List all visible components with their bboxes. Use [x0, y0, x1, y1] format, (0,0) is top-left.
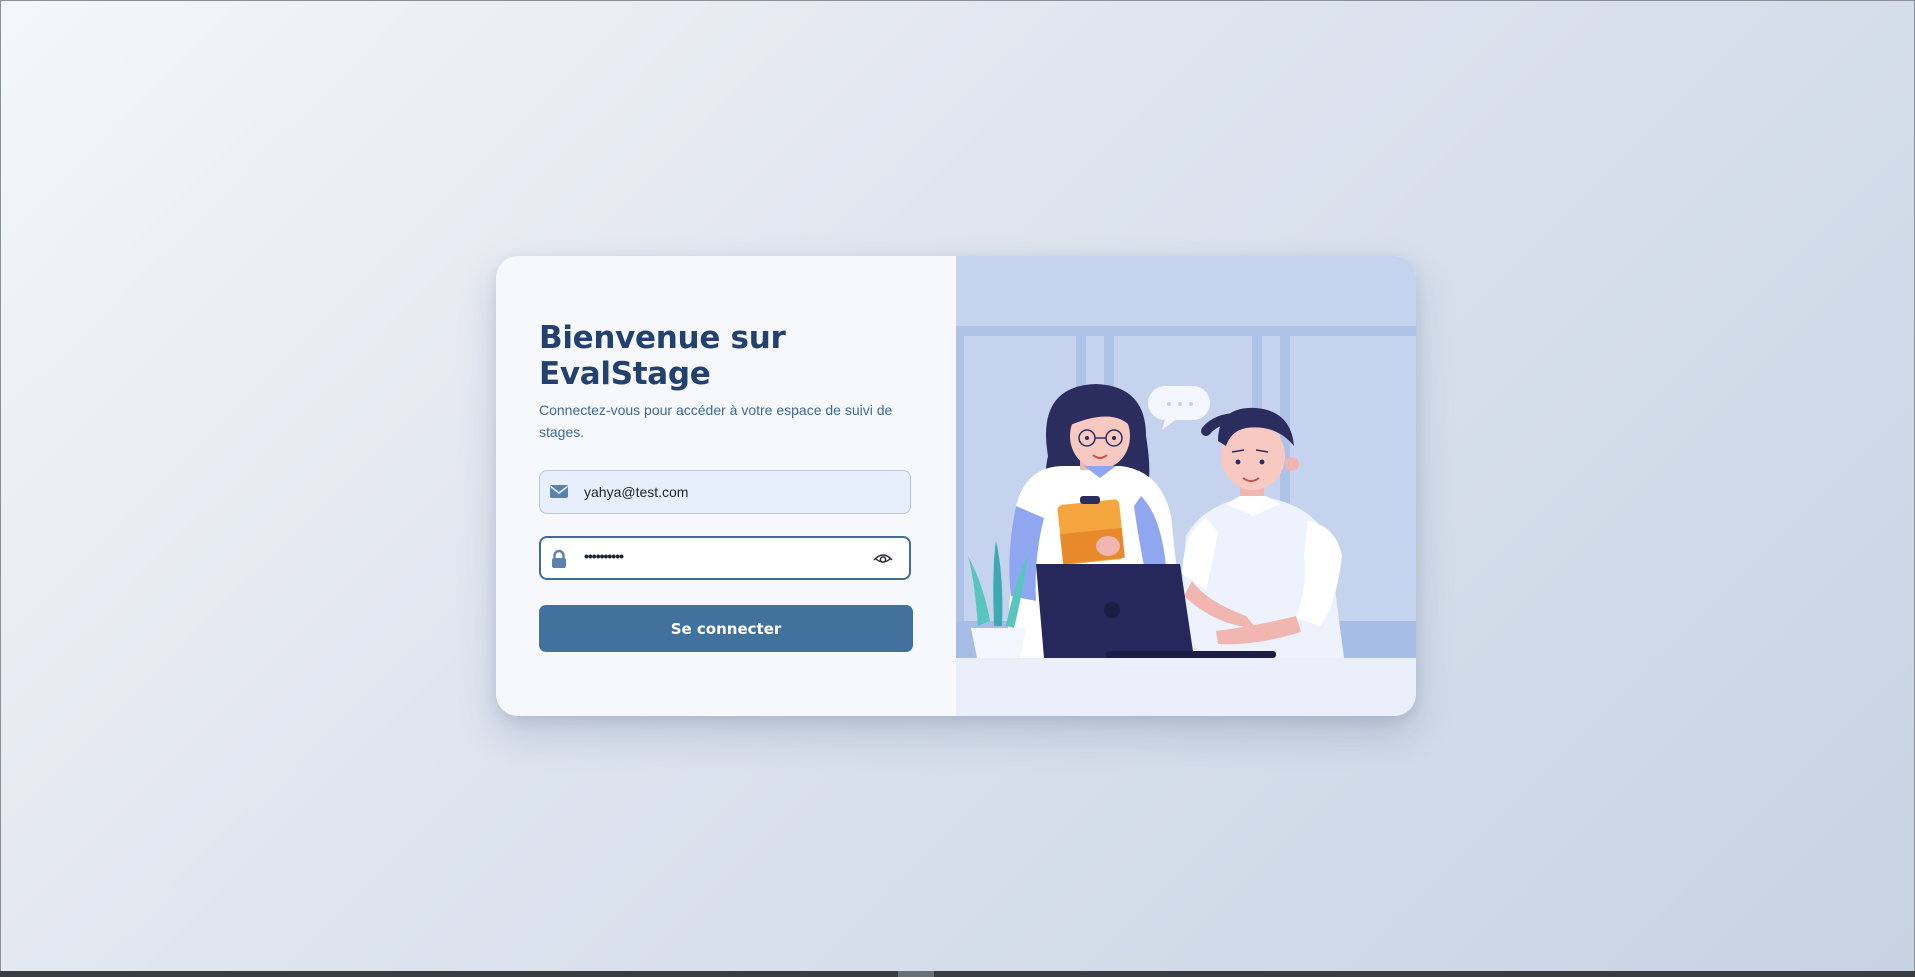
lock-icon — [549, 549, 569, 568]
window-frame-top — [0, 0, 1915, 1]
clipboard-icon — [1057, 496, 1125, 565]
login-card: Bienvenue sur EvalStage Connectez-vous p… — [496, 256, 1416, 716]
email-field[interactable]: yahya@test.com — [539, 470, 911, 514]
two-people-working-illustration — [956, 256, 1416, 658]
page-title: Bienvenue sur EvalStage — [539, 320, 786, 392]
envelope-icon — [549, 483, 569, 501]
window-frame-bottom — [0, 971, 1915, 977]
login-form-pane: Bienvenue sur EvalStage Connectez-vous p… — [496, 256, 956, 716]
password-field[interactable]: •••••••••• — [539, 536, 911, 580]
login-button[interactable]: Se connecter — [539, 605, 913, 652]
email-value[interactable]: yahya@test.com — [584, 484, 688, 500]
taskbar-handle — [898, 971, 934, 977]
illustration-pane — [956, 256, 1416, 716]
eye-icon[interactable] — [873, 551, 893, 567]
page-subtitle: Connectez-vous pour accéder à votre espa… — [539, 402, 893, 440]
password-value[interactable]: •••••••••• — [584, 548, 624, 564]
window-frame-left — [0, 0, 1, 977]
